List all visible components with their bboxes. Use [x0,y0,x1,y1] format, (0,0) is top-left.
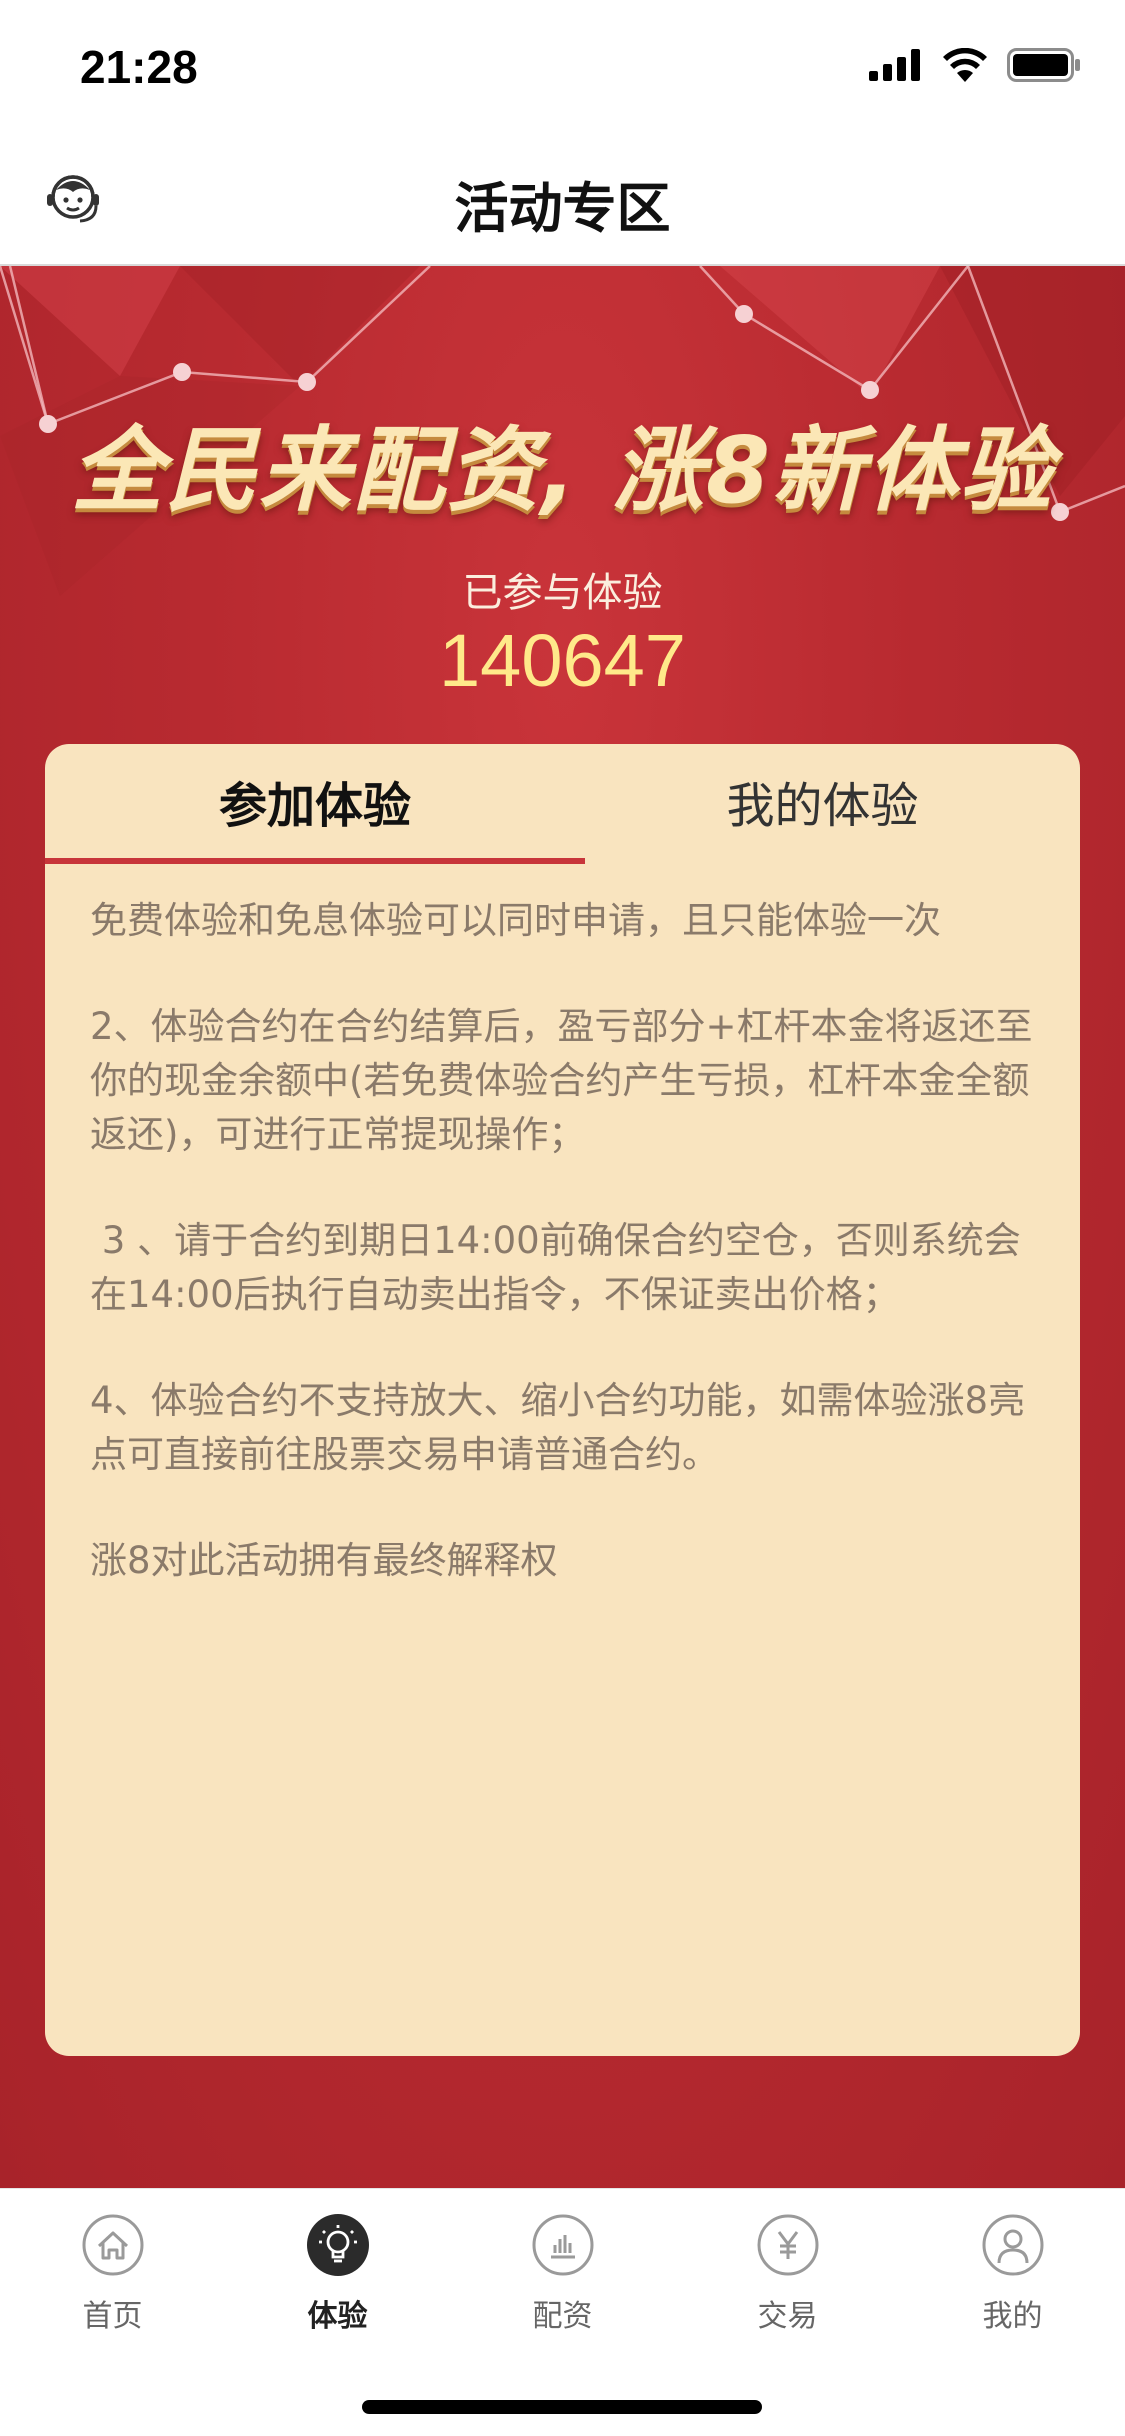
status-time: 21:28 [80,41,198,93]
participated-label: 已参与体验 [462,570,663,616]
home-indicator[interactable] [362,2400,762,2414]
chart-icon [532,2214,593,2276]
tabbar-label-funding: 配资 [532,2299,593,2334]
lightbulb-icon [306,2214,369,2276]
battery-icon [1007,48,1080,82]
tabbar-item-home[interactable]: 首页 [0,2213,225,2335]
tabbar-item-mine[interactable]: 我的 [900,2213,1125,2335]
page-title: 活动专区 [454,177,671,240]
user-icon [982,2214,1043,2276]
status-icons [869,48,1081,82]
nav-bar: 活动专区 [0,132,1125,266]
rule-item: 3 、请于合约到期日14:00前确保合约空仓，否则系统会在14:00后执行自动卖… [90,1219,1021,1316]
yen-icon [757,2214,818,2276]
participated-count: 140647 [439,619,686,702]
bottom-tab-bar: 首页 体验 配资 交易 我的 [0,2188,1125,2436]
tabbar-label-experience: 体验 [307,2299,368,2334]
tab-my-experience[interactable]: 我的体验 [565,744,1080,864]
tabbar-label-trade: 交易 [757,2299,818,2334]
home-icon [82,2214,143,2276]
app-screen: 21:28 活动专区 全民来配资, 涨8新体验 已参与体验 140647 参加体… [0,0,1125,2436]
tabbar-item-experience[interactable]: 体验 [225,2213,450,2335]
activity-tabs: 参加体验 我的体验 [45,744,1080,864]
tabbar-item-trade[interactable]: 交易 [675,2213,900,2335]
promo-headline: 全民来配资, 涨8新体验 [71,417,1054,524]
status-bar: 21:28 [0,0,1125,132]
rule-item: 4、体验合约不支持放大、缩小合约功能，如需体验涨8亮点可直接前往股票交易申请普通… [90,1379,1026,1476]
wifi-icon [943,48,987,82]
tabbar-label-home: 首页 [82,2299,143,2334]
tab-join-experience[interactable]: 参加体验 [45,744,585,864]
rule-item: 免费体验和免息体验可以同时申请，且只能体验一次 [90,899,941,942]
activity-card: 参加体验 我的体验 免费体验和免息体验可以同时申请，且只能体验一次 2、体验合约… [45,744,1080,2056]
rule-item: 2、体验合约在合约结算后，盈亏部分+杠杆本金将返还至你的现金余额中(若免费体验合… [90,1005,1033,1156]
cellular-signal-icon [869,49,920,81]
tabbar-label-mine: 我的 [982,2299,1043,2334]
tabbar-item-funding[interactable]: 配资 [450,2213,675,2335]
rule-item: 涨8对此活动拥有最终解释权 [90,1539,558,1582]
rules-text: 免费体验和免息体验可以同时申请，且只能体验一次 2、体验合约在合约结算后，盈亏部… [90,894,1050,1640]
